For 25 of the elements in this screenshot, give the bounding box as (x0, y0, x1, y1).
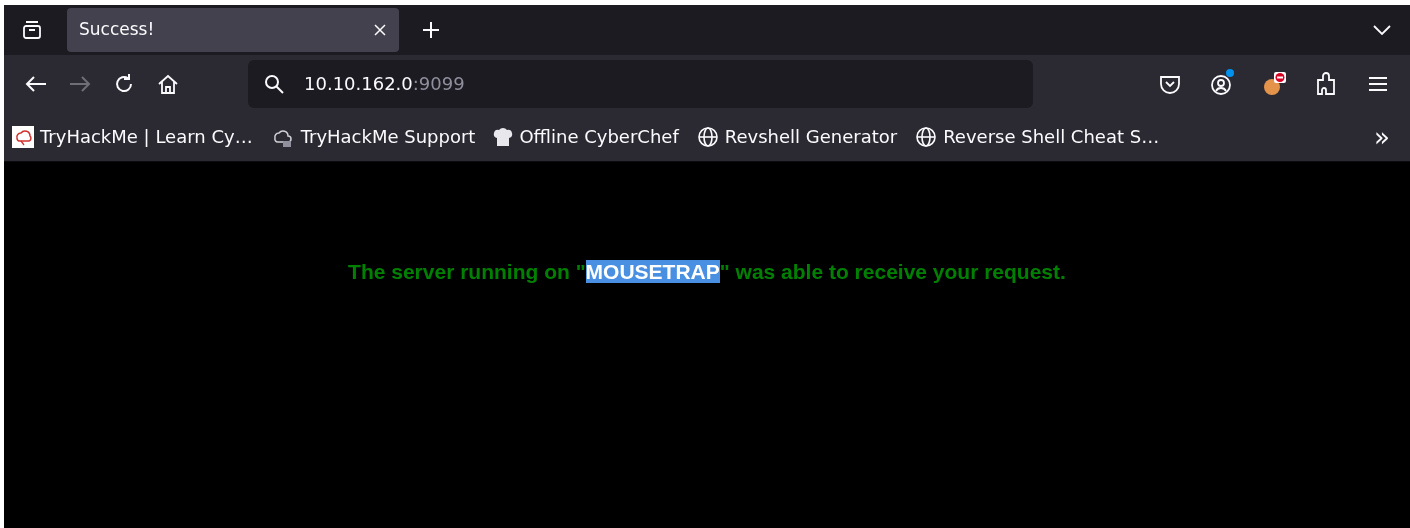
puzzle-piece-icon (1316, 71, 1336, 96)
close-icon[interactable] (373, 23, 387, 37)
address-field[interactable]: 10.10.162.0:9099 (248, 59, 1033, 108)
browser-tab[interactable]: Success! (67, 8, 399, 52)
home-icon (157, 72, 179, 95)
bookmark[interactable]: Revshell Generator (696, 123, 898, 150)
globe-icon (696, 125, 719, 148)
chef-hat-icon (493, 125, 514, 148)
plus-icon (422, 21, 440, 39)
search-icon (264, 73, 284, 94)
menu-icon (1368, 75, 1388, 92)
status-message: The server running on "MOUSETRAP" was able to receive your request. (347, 259, 1067, 285)
bookmark[interactable]: Offline CyberChef (493, 123, 679, 150)
pocket-icon (1159, 73, 1181, 94)
globe-icon (915, 125, 938, 148)
blocked-extension-icon (1261, 70, 1287, 97)
reload-icon (113, 72, 135, 95)
back-arrow-icon (25, 74, 47, 93)
bookmark[interactable]: TryHackMe | Learn Cy… (12, 123, 253, 150)
tray-icon (22, 20, 42, 40)
bookmark[interactable]: Reverse Shell Cheat S… (915, 123, 1160, 150)
more-bookmarks-button[interactable]: » (1374, 123, 1390, 150)
bookmark[interactable]: TryHackMe Support (270, 123, 476, 150)
chevron-down-icon (1373, 25, 1391, 35)
forward-arrow-icon (69, 74, 91, 93)
